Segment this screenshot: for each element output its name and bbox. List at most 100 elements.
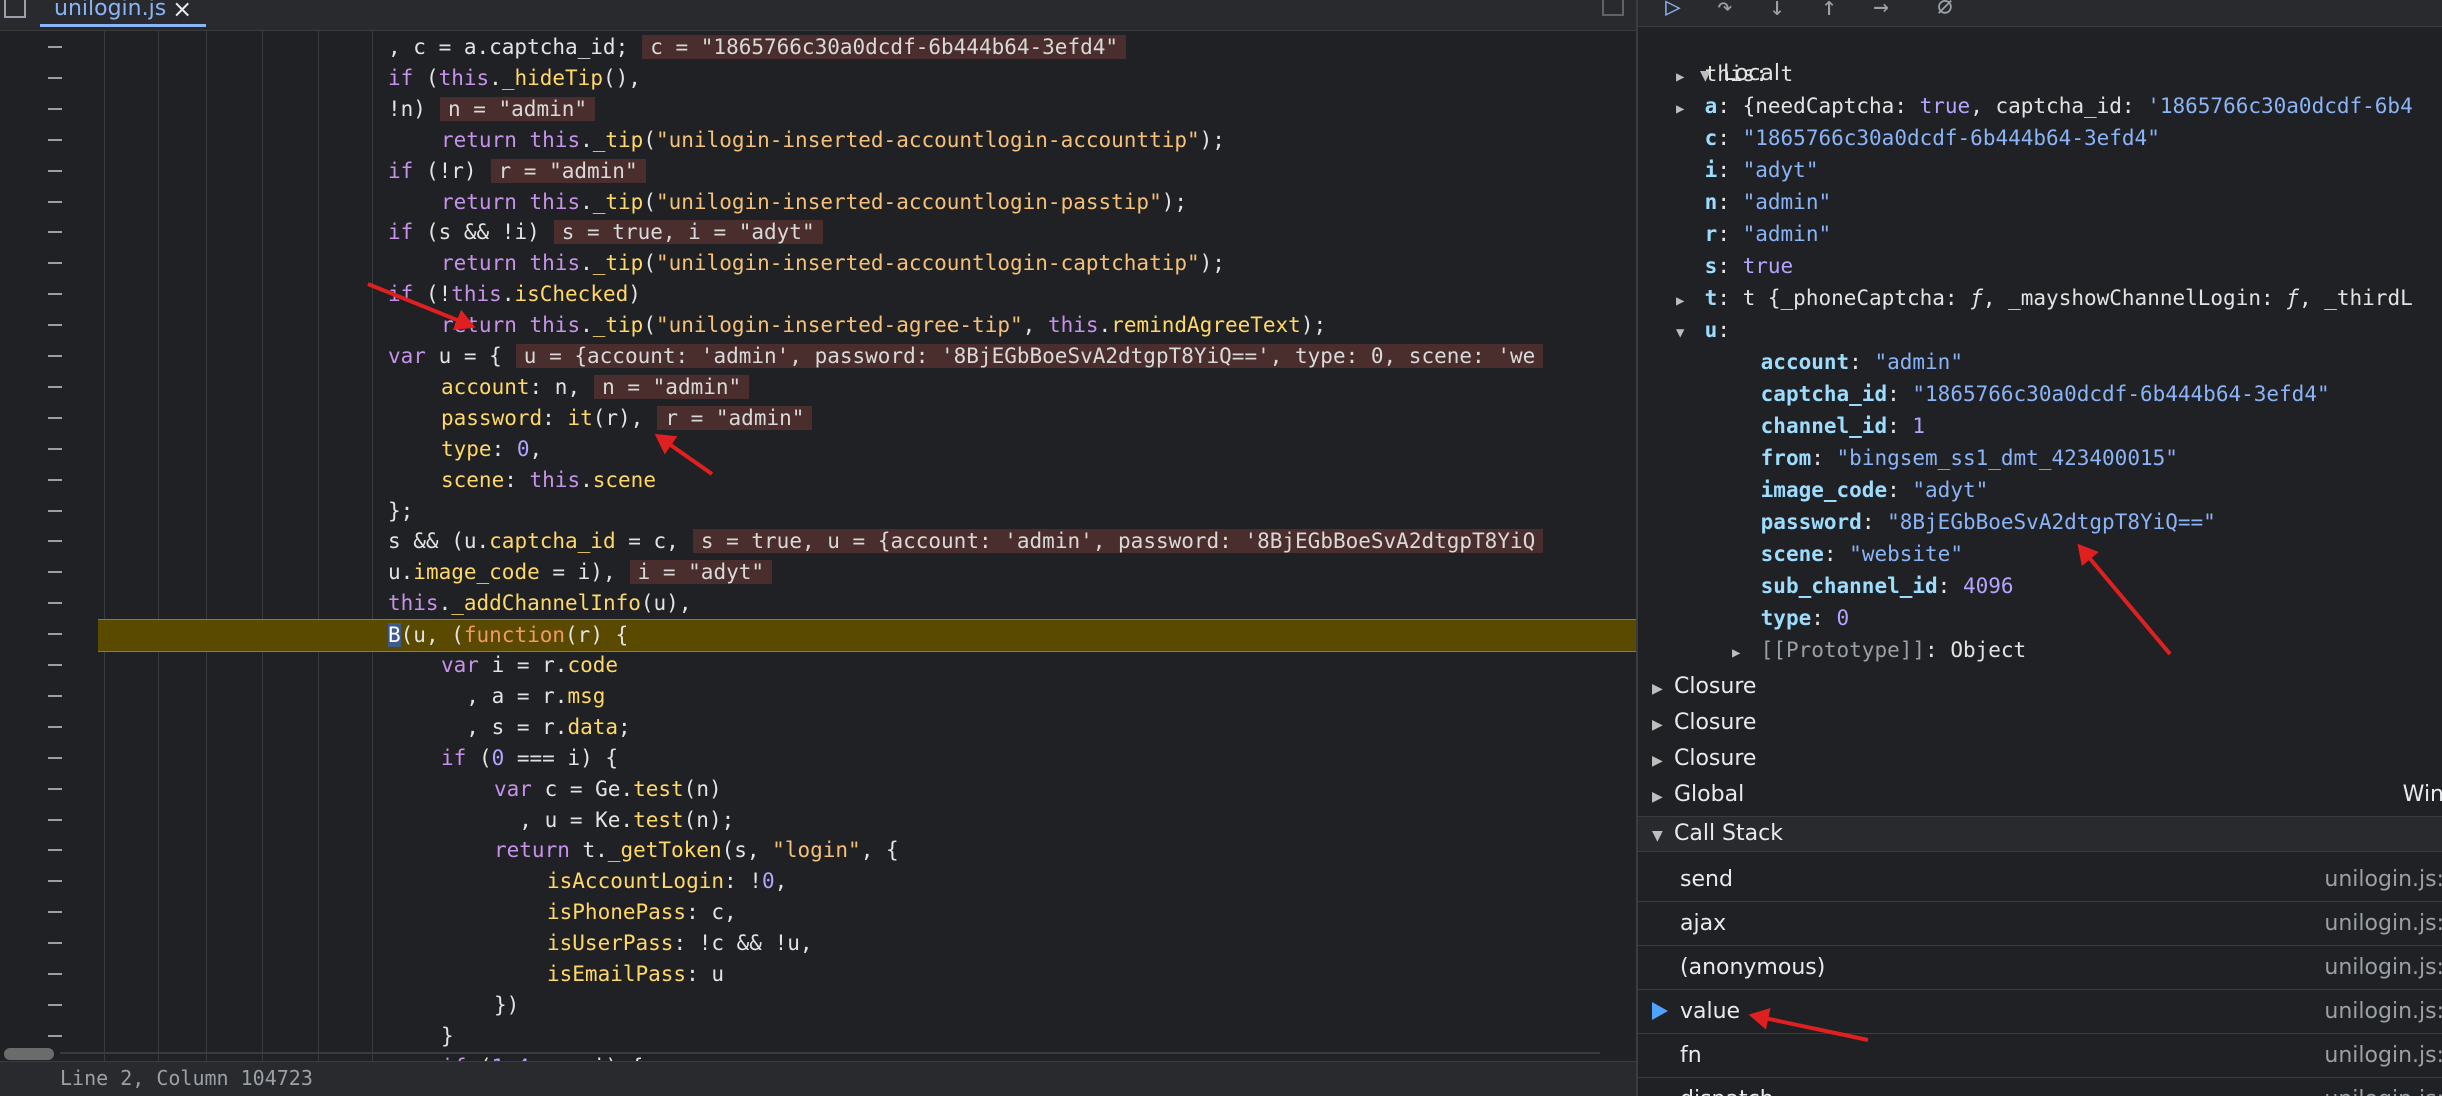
code-line[interactable]: if (!r) r = "admin"	[388, 156, 646, 187]
code-text: , s = r.data;	[441, 714, 631, 739]
code-text: isPhonePass: c,	[547, 900, 737, 925]
code-area[interactable]: , c = a.captcha_id; c = "1865766c30a0dcdf…	[0, 30, 1636, 1079]
sidebar-toggle-icon[interactable]	[4, 0, 26, 18]
code-line[interactable]: scene: this.scene	[441, 465, 656, 496]
code-line[interactable]: if (0 === i) {	[441, 743, 618, 774]
editor-tab-bar: unilogin.js ×	[0, 0, 1636, 31]
scope-variable-row[interactable]: c: "1865766c30a0dcdf-6b444b64-3efd4"	[1676, 122, 2160, 154]
scope-variable-row[interactable]: sub_channel_id: 4096	[1732, 570, 2014, 602]
step-into-icon[interactable]: ↓	[1760, 0, 1794, 22]
call-stack-frame[interactable]: send unilogin.js:	[1638, 858, 2442, 902]
collapsed-triangle-icon[interactable]: ▶	[1732, 637, 1748, 669]
code-line[interactable]: , u = Ke.test(n);	[494, 805, 734, 836]
scope-section-closure[interactable]: ▶ Closure	[1638, 670, 2442, 704]
scope-section-closure[interactable]: ▶ Closure	[1638, 706, 2442, 740]
step-over-icon[interactable]: ↷	[1708, 0, 1742, 22]
scope-variable-text: a: {needCaptcha: true, captcha_id: '1865…	[1704, 94, 2413, 118]
scope-variable-row[interactable]: image_code: "adyt"	[1732, 474, 1989, 506]
scope-variable-row[interactable]: ▶ a: {needCaptcha: true, captcha_id: '18…	[1676, 90, 2413, 122]
code-line[interactable]: })	[494, 990, 519, 1021]
code-line[interactable]: return this._tip("unilogin-inserted-agre…	[441, 310, 1326, 341]
scope-variable-text: captcha_id: "1865766c30a0dcdf-6b444b64-3…	[1760, 382, 2330, 406]
frame-location[interactable]: unilogin.js:	[2324, 858, 2442, 901]
collapsed-triangle-icon[interactable]: ▶	[1676, 93, 1692, 125]
scope-variable-row[interactable]: scene: "website"	[1732, 538, 1963, 570]
deactivate-breakpoints-icon[interactable]: ⌀	[1928, 0, 1962, 22]
code-line[interactable]: this._addChannelInfo(u),	[388, 588, 691, 619]
frame-location[interactable]: unilogin.js:	[2324, 1078, 2442, 1096]
call-stack-frame[interactable]: (anonymous) unilogin.js:	[1638, 946, 2442, 990]
scope-local-header[interactable]: ▼ Local	[1658, 26, 1780, 86]
scope-variable-row[interactable]: channel_id: 1	[1732, 410, 1925, 442]
code-line[interactable]: , s = r.data;	[441, 712, 631, 743]
debugger-sidebar: ▷ ↷ ↓ ↑ → ⌀ ▼ Local ▶ this: t ▶ a: {needC…	[1636, 0, 2442, 1096]
frame-location[interactable]: unilogin.js:	[2324, 990, 2442, 1033]
resume-icon[interactable]: ▷	[1656, 0, 1690, 22]
call-stack-frame[interactable]: fn unilogin.js:	[1638, 1034, 2442, 1078]
scope-variable-row[interactable]: type: 0	[1732, 602, 1850, 634]
scope-variable-row[interactable]: ▼ u:	[1676, 314, 1730, 346]
code-line[interactable]: s && (u.captcha_id = c, s = true, u = {ac…	[388, 526, 1544, 557]
scope-section-closure[interactable]: ▶ Closure	[1638, 742, 2442, 776]
code-line[interactable]: var i = r.code	[441, 650, 618, 681]
cursor-position[interactable]: Line 2, Column 104723	[60, 1066, 313, 1090]
call-stack-frame[interactable]: dispatch unilogin.js:	[1638, 1078, 2442, 1096]
code-line[interactable]: !n) n = "admin"	[388, 94, 596, 125]
code-line[interactable]: isPhonePass: c,	[547, 897, 737, 928]
frame-function-name: ajax	[1680, 911, 1727, 936]
frame-location[interactable]: unilogin.js:	[2324, 946, 2442, 989]
code-text: u.image_code = i), i = "adyt"	[388, 560, 773, 585]
code-line[interactable]: var u = {u = {account: 'admin', password…	[388, 341, 1544, 372]
call-stack-frame[interactable]: ajax unilogin.js:	[1638, 902, 2442, 946]
code-line[interactable]: isEmailPass: u	[547, 959, 724, 990]
scope-variable-text: this: t	[1704, 62, 1794, 86]
toggle-debugger-pane-icon[interactable]	[1602, 0, 1624, 16]
code-line[interactable]: return t._getToken(s, "login", {	[494, 835, 899, 866]
code-line[interactable]: return this._tip("unilogin-inserted-acco…	[441, 248, 1225, 279]
collapsed-triangle-icon[interactable]: ▶	[1676, 61, 1692, 93]
scope-variable-row[interactable]: password: "8BjEGbBoeSvA2dtgpT8YiQ=="	[1732, 506, 2216, 538]
code-text: s && (u.captcha_id = c, s = true, u = {ac…	[388, 529, 1544, 554]
scope-variable-row[interactable]: captcha_id: "1865766c30a0dcdf-6b444b64-3…	[1732, 378, 2330, 410]
frame-function-name: value	[1680, 999, 1741, 1024]
code-line[interactable]: if (s && !i) s = true, i = "adyt"	[388, 217, 823, 248]
code-line[interactable]: password: it(r), r = "admin"	[441, 403, 813, 434]
scope-variable-row[interactable]: ▶ t: t {_phoneCaptcha: ƒ, _mayshowChanne…	[1676, 282, 2413, 314]
code-line-current-execution[interactable]: B(u, (function(r) {	[98, 619, 1636, 653]
scope-variable-row[interactable]: r: "admin"	[1676, 218, 1831, 250]
collapsed-triangle-icon[interactable]: ▶	[1676, 285, 1692, 317]
code-line[interactable]: var c = Ge.test(n)	[494, 774, 722, 805]
code-line[interactable]: isUserPass: !c && !u,	[547, 928, 813, 959]
scope-variable-text: from: "bingsem_ss1_dmt_423400015"	[1760, 446, 2178, 470]
code-line[interactable]: return this._tip("unilogin-inserted-acco…	[441, 125, 1225, 156]
scope-variable-row[interactable]: account: "admin"	[1732, 346, 1963, 378]
frame-location[interactable]: unilogin.js:	[2324, 902, 2442, 945]
code-line[interactable]: , a = r.msg	[441, 681, 605, 712]
frame-location[interactable]: unilogin.js:	[2324, 1034, 2442, 1077]
code-text: this._addChannelInfo(u),	[388, 591, 692, 616]
horizontal-scrollbar[interactable]	[0, 1046, 1600, 1062]
tab-unilogin-js[interactable]: unilogin.js ×	[40, 0, 207, 27]
code-line[interactable]: type: 0,	[441, 434, 542, 465]
code-line[interactable]: isAccountLogin: !0,	[547, 866, 787, 897]
scope-variable-row[interactable]: s: true	[1676, 250, 1794, 282]
code-line[interactable]: return this._tip("unilogin-inserted-acco…	[441, 187, 1187, 218]
code-text: isEmailPass: u	[547, 962, 725, 986]
code-line[interactable]: , c = a.captcha_id; c = "1865766c30a0dcdf…	[388, 32, 1127, 63]
scope-variable-row[interactable]: n: "admin"	[1676, 186, 1831, 218]
scope-section-global[interactable]: ▶ Global Win	[1638, 778, 2442, 812]
step-out-icon[interactable]: ↑	[1812, 0, 1846, 22]
scope-variable-row[interactable]: ▶ [[Prototype]]: Object	[1732, 634, 2026, 666]
code-line[interactable]: u.image_code = i), i = "adyt"	[388, 557, 773, 588]
scope-variable-row[interactable]: from: "bingsem_ss1_dmt_423400015"	[1732, 442, 2178, 474]
scrollbar-thumb[interactable]	[4, 1048, 54, 1060]
code-line[interactable]: };	[388, 496, 413, 527]
scope-variable-row[interactable]: ▶ this: t	[1676, 58, 1793, 90]
scope-variable-row[interactable]: i: "adyt"	[1676, 154, 1819, 186]
code-line[interactable]: if (this._hideTip(),	[388, 63, 641, 94]
code-line[interactable]: account: n, n = "admin"	[441, 372, 750, 403]
close-icon[interactable]: ×	[172, 0, 192, 22]
expanded-triangle-icon[interactable]: ▼	[1676, 317, 1692, 349]
call-stack-header[interactable]: ▼ Call Stack	[1638, 816, 2442, 852]
step-icon[interactable]: →	[1864, 0, 1898, 22]
